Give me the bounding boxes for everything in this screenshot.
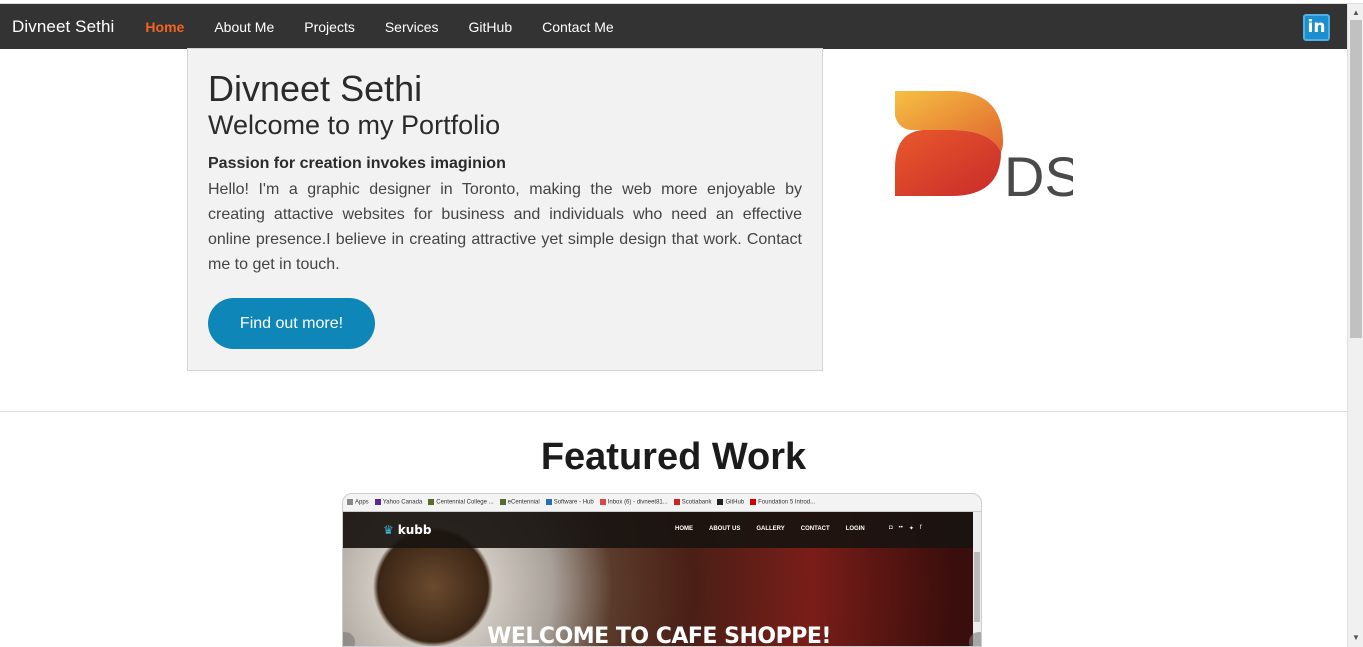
flickr-icon: •• — [898, 525, 903, 531]
bookmark-item: Scotiabank — [673, 499, 711, 506]
crown-icon: ♛ — [383, 523, 394, 537]
nav-item-about-me[interactable]: About Me — [199, 19, 289, 35]
hero-tagline: Passion for creation invokes imaginion — [208, 155, 506, 172]
hero-jumbotron: Divneet Sethi Welcome to my Portfolio Pa… — [187, 48, 823, 371]
hero-body: Hello! I'm a graphic designer in Toronto… — [208, 181, 802, 273]
hero-subtitle: Welcome to my Portfolio — [208, 110, 501, 140]
preview-site-logo: ♛ kubb — [383, 523, 432, 537]
nav-item-services[interactable]: Services — [370, 19, 454, 35]
preview-bookmarks-bar: Apps Yahoo Canada Centennial College ...… — [343, 494, 981, 512]
carousel-next-icon[interactable] — [969, 632, 981, 646]
scroll-down-arrow-icon[interactable]: ▼ — [1348, 633, 1363, 645]
logo-bottom-shape — [895, 130, 1001, 196]
preview-site-hero: ♛ kubb HOME ABOUT US GALLERY CONTACT LOGI… — [343, 512, 975, 647]
preview-nav-gallery: GALLERY — [756, 526, 785, 532]
linkedin-icon[interactable]: in — [1303, 14, 1330, 41]
nav-item-projects[interactable]: Projects — [289, 19, 370, 35]
scroll-up-arrow-icon[interactable]: ▲ — [1348, 8, 1363, 20]
ds-logo: DS — [895, 91, 1073, 200]
bookmark-item: Inbox (6) - divneet81... — [599, 499, 668, 506]
logo-text: DS — [1004, 145, 1073, 200]
page-scrollbar[interactable]: ▲ ▼ — [1347, 4, 1363, 647]
find-out-more-button[interactable]: Find out more! — [208, 298, 375, 349]
navbar-brand[interactable]: Divneet Sethi — [12, 17, 114, 37]
preview-site-nav: ♛ kubb HOME ABOUT US GALLERY CONTACT LOGI… — [343, 512, 975, 548]
bookmark-item: Centennial College ... — [428, 499, 494, 506]
preview-social-icons: ◘ •• ✦ f — [889, 525, 922, 532]
nav-item-contact-me[interactable]: Contact Me — [527, 19, 629, 35]
facebook-icon: f — [919, 525, 922, 531]
preview-scrollbar — [973, 512, 981, 646]
preview-headline: WELCOME TO CAFE SHOPPE! — [487, 624, 831, 647]
preview-nav-about: ABOUT US — [709, 526, 741, 532]
preview-nav-home: HOME — [675, 526, 693, 532]
bookmark-item: GitHub — [717, 499, 744, 506]
preview-nav-login: LOGIN — [845, 526, 865, 532]
preview-nav-contact: CONTACT — [800, 526, 830, 532]
bookmark-item: Software - Hub — [545, 499, 594, 506]
nav-item-github[interactable]: GitHub — [454, 19, 528, 35]
nav-item-home[interactable]: Home — [130, 19, 199, 35]
bookmark-item: Apps — [347, 499, 369, 506]
hero-title: Divneet Sethi — [208, 68, 423, 109]
bookmark-item: Yahoo Canada — [374, 499, 422, 506]
bookmark-item: eCentennial — [499, 499, 540, 506]
navbar: Divneet Sethi Home About Me Projects Ser… — [0, 4, 1347, 49]
scroll-thumb[interactable] — [1350, 20, 1362, 338]
featured-work-heading: Featured Work — [540, 436, 807, 478]
featured-work-preview[interactable]: Apps Yahoo Canada Centennial College ...… — [342, 493, 982, 647]
twitter-icon: ✦ — [908, 526, 914, 532]
instagram-icon: ◘ — [889, 525, 893, 531]
bookmark-item: Foundation 5 Introd... — [750, 499, 815, 506]
preview-site-links: HOME ABOUT US GALLERY CONTACT LOGIN — [675, 526, 865, 532]
section-divider — [0, 411, 1347, 412]
